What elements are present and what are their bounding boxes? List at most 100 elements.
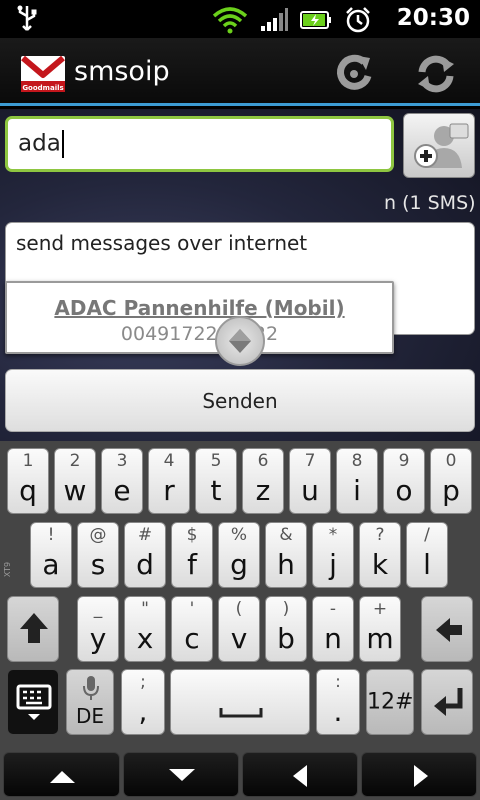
key-e[interactable]: 3e [101, 448, 143, 514]
numbers-key[interactable]: 12# [366, 669, 414, 735]
recipient-input[interactable]: ada [5, 116, 394, 172]
key-n[interactable]: -n [312, 596, 354, 662]
key-c[interactable]: ' c [171, 596, 213, 662]
cursor-down-key[interactable] [123, 752, 239, 797]
key-label: u [301, 474, 319, 507]
key-secondary-label: 6 [257, 451, 269, 471]
key-secondary-label: 3 [116, 451, 128, 471]
key-label: x [136, 622, 154, 655]
key-f[interactable]: $ f [171, 522, 213, 588]
key-label: o [395, 474, 413, 507]
key-secondary-label: $ [186, 525, 198, 545]
key-secondary-label: ? [375, 525, 385, 545]
sync-icon[interactable] [414, 52, 458, 96]
key-secondary-label: @ [89, 525, 107, 545]
refresh-icon[interactable] [332, 52, 376, 96]
key-y[interactable]: _ y [77, 596, 119, 662]
key-secondary-label: 1 [22, 451, 34, 471]
key-label: v [230, 622, 248, 655]
cursor-up-key[interactable] [3, 752, 120, 797]
key-v[interactable]: (v [218, 596, 260, 662]
key-q[interactable]: 1q [7, 448, 49, 514]
key-label: q [19, 474, 37, 507]
send-button[interactable]: Senden [5, 369, 475, 432]
key-period[interactable]: : . [316, 669, 360, 735]
status-bar: 20:30 [0, 0, 480, 38]
add-contact-icon [414, 123, 469, 168]
cursor-right-key[interactable] [361, 752, 477, 797]
alarm-icon [344, 6, 372, 38]
language-label: DE [75, 704, 105, 728]
key-m[interactable]: + m [359, 596, 401, 662]
key-k[interactable]: ? k [359, 522, 401, 588]
key-w[interactable]: 2w [54, 448, 96, 514]
key-t[interactable]: 5t [195, 448, 237, 514]
contact-suggestion-dropdown[interactable]: ADAC Pannenhilfe (Mobil) 0049172222222 [5, 281, 394, 354]
title-bar: Goodmails smsoip [0, 38, 480, 106]
key-label: f [187, 548, 197, 581]
logo-text: Goodmails [22, 84, 63, 92]
app-logo-icon: Goodmails [20, 53, 66, 93]
key-s[interactable]: @ s [77, 522, 119, 588]
key-label: k [371, 548, 389, 581]
key-label: y [89, 622, 107, 655]
language-key[interactable]: DE [66, 669, 114, 735]
key-secondary-label: * [328, 525, 338, 545]
key-label: w [63, 474, 87, 507]
microphone-icon [83, 676, 99, 700]
key-secondary-label: 9 [398, 451, 410, 471]
add-contact-button[interactable] [403, 113, 475, 178]
key-secondary-label: + [372, 599, 388, 619]
key-label: i [353, 474, 361, 507]
key-secondary-label: ) [282, 599, 290, 619]
cursor-left-key[interactable] [242, 752, 358, 797]
key-label: r [163, 474, 175, 507]
key-h[interactable]: & h [265, 522, 307, 588]
key-secondary-label: _ [93, 599, 103, 619]
key-p[interactable]: 0p [430, 448, 472, 514]
key-label: j [329, 548, 337, 581]
clock: 20:30 [396, 5, 470, 31]
key-comma[interactable]: ; , [121, 669, 165, 735]
key-z[interactable]: 6z [242, 448, 284, 514]
key-r[interactable]: 4r [148, 448, 190, 514]
key-secondary-label: ( [235, 599, 243, 619]
key-i[interactable]: 8i [336, 448, 378, 514]
key-label: l [423, 548, 431, 581]
message-text: send messages over internet [16, 231, 308, 255]
key-j[interactable]: * j [312, 522, 354, 588]
shift-key[interactable] [7, 596, 59, 662]
key-d[interactable]: # d [124, 522, 166, 588]
key-secondary-label: ' [189, 599, 195, 619]
key-a[interactable]: ! a [30, 522, 72, 588]
resize-handle-icon[interactable] [215, 316, 265, 366]
key-o[interactable]: 9o [383, 448, 425, 514]
key-secondary-label: - [329, 599, 337, 619]
key-label: g [230, 548, 248, 581]
key-u[interactable]: 7u [289, 448, 331, 514]
key-g[interactable]: % g [218, 522, 260, 588]
key-label: a [42, 548, 60, 581]
key-x[interactable]: " x [124, 596, 166, 662]
backspace-key[interactable] [421, 596, 473, 662]
key-l[interactable]: / l [406, 522, 448, 588]
key-label: s [90, 548, 106, 581]
signal-icon [260, 8, 288, 36]
recipient-value: ada [18, 130, 61, 157]
key-secondary-label: 7 [304, 451, 316, 471]
key-label: e [113, 474, 131, 507]
battery-icon [300, 9, 332, 35]
key-secondary-label: 8 [351, 451, 363, 471]
xt9-label: XT9 [3, 561, 13, 578]
space-key[interactable] [170, 669, 310, 735]
enter-key[interactable] [421, 669, 473, 735]
key-label: p [442, 474, 460, 507]
key-secondary-label: 5 [210, 451, 222, 471]
key-b[interactable]: ) b [265, 596, 307, 662]
key-label: c [184, 622, 200, 655]
key-label: b [277, 622, 295, 655]
compose-area: ada n (1 SMS) send messages over interne… [0, 109, 480, 441]
text-cursor [61, 130, 64, 158]
hide-keyboard-key[interactable] [7, 669, 59, 735]
key-label: d [136, 548, 154, 581]
